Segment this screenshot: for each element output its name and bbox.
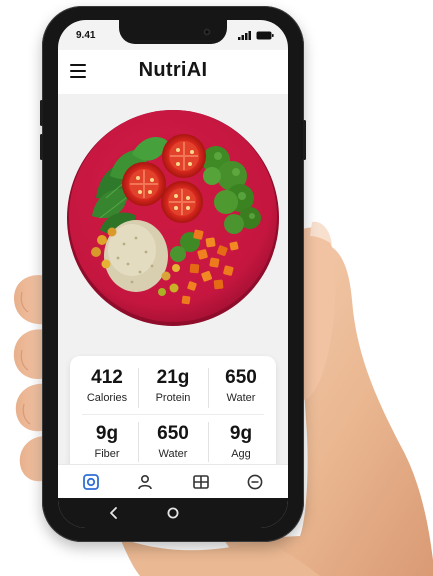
stat-value: 650 xyxy=(225,367,257,388)
profile-icon[interactable] xyxy=(136,473,154,491)
stat-water-2: 650 Water xyxy=(142,423,204,461)
stat-label: Fiber xyxy=(94,448,120,460)
volume-button xyxy=(40,134,43,160)
stat-label: Agg xyxy=(231,448,251,460)
status-time: 9.41 xyxy=(76,30,96,41)
status-icons xyxy=(238,31,274,40)
stat-label: Calories xyxy=(86,392,128,404)
stat-label: Water xyxy=(226,392,256,404)
stat-calories: 412 Calories xyxy=(76,367,138,405)
front-camera-icon xyxy=(203,28,211,36)
stat-water: 650 Water xyxy=(210,367,272,405)
back-icon[interactable] xyxy=(106,505,122,521)
stat-value: 21g xyxy=(156,367,190,388)
stat-fiber: 9g Fiber xyxy=(76,423,138,461)
app-title: NutriAI xyxy=(138,59,208,81)
stat-protein: 21g Protein xyxy=(142,367,204,405)
notch xyxy=(119,20,227,44)
main-content: 412 Calories 21g Protein 650 Water 9g Fi… xyxy=(58,94,288,472)
signal-icon xyxy=(238,31,251,40)
stat-label: Water xyxy=(158,448,188,460)
system-nav-bar xyxy=(58,498,288,528)
battery-icon xyxy=(256,31,274,40)
stat-value: 650 xyxy=(157,423,189,444)
stat-agg: 9g Agg xyxy=(210,423,272,461)
stat-label: Protein xyxy=(155,392,191,404)
volume-button xyxy=(40,100,43,126)
minus-circle-icon[interactable] xyxy=(246,473,264,491)
scene: 9.41 NutriAI 412 Calories 21g Protein 65… xyxy=(0,0,433,576)
bottom-nav xyxy=(58,464,288,499)
stat-value: 412 xyxy=(91,367,123,388)
stat-value: 9g xyxy=(95,423,119,444)
camera-icon[interactable] xyxy=(82,473,100,491)
salad-plate-image xyxy=(67,110,279,326)
phone-screen: 9.41 NutriAI 412 Calories 21g Protein 65… xyxy=(58,20,288,528)
app-header: NutriAI xyxy=(58,50,288,94)
dashboard-icon[interactable] xyxy=(192,473,210,491)
stat-value: 9g xyxy=(229,423,253,444)
nutrition-card: 412 Calories 21g Protein 650 Water 9g Fi… xyxy=(70,356,276,472)
home-icon[interactable] xyxy=(165,505,181,521)
power-button xyxy=(303,120,306,160)
